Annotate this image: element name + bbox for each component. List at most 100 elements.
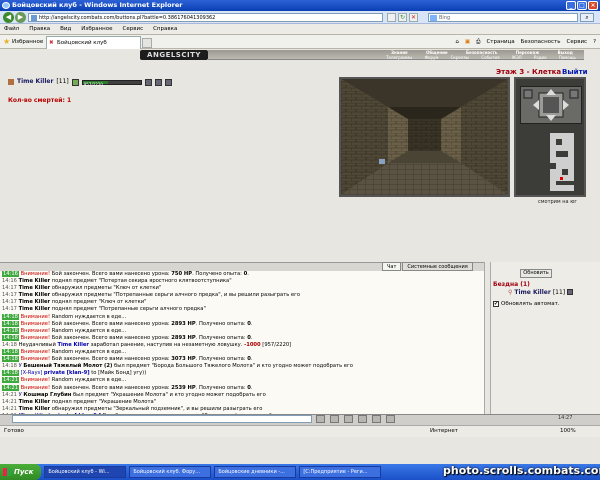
menu-favorites[interactable]: Избранное: [81, 24, 112, 34]
back-button[interactable]: ◀: [3, 12, 14, 23]
chat-timestamp[interactable]: 14:18: [2, 356, 19, 363]
translit-button[interactable]: [372, 415, 381, 423]
feeds-icon[interactable]: ▣: [465, 37, 470, 47]
chat-timestamp[interactable]: 14:17: [2, 299, 17, 305]
room-player-name[interactable]: Time Killer: [514, 289, 550, 296]
taskbar-item[interactable]: Бойцовский клуб. Фору...: [129, 466, 212, 478]
new-tab-button[interactable]: [142, 38, 152, 48]
chat-timestamp[interactable]: 14:18: [2, 320, 19, 327]
chat-text[interactable]: Time Killer: [19, 406, 50, 412]
chat-timestamp[interactable]: 14:18: [2, 313, 19, 320]
chat-text[interactable]: private [klan-9]: [44, 370, 90, 376]
chat-timestamp[interactable]: 14:16: [2, 278, 17, 284]
search-icon[interactable]: ⌕: [580, 13, 594, 22]
sound-button[interactable]: [386, 415, 395, 423]
chat-timestamp[interactable]: 14:21: [2, 392, 17, 398]
refresh-icon[interactable]: ↻: [398, 13, 407, 22]
chat-timestamp[interactable]: 14:17: [2, 285, 17, 291]
game-menu-telegrams[interactable]: Телеграммы: [386, 55, 412, 60]
dungeon-3d-view[interactable]: [339, 77, 510, 197]
exit-link[interactable]: Выйти: [562, 68, 588, 76]
browser-tab[interactable]: ✖ Бойцовский клуб: [46, 36, 141, 49]
menu-edit[interactable]: Правка: [29, 24, 50, 34]
menu-tools[interactable]: Сервис: [123, 24, 144, 34]
auto-refresh-checkbox[interactable]: ✔: [493, 301, 499, 307]
taskbar-item[interactable]: Бойцовский клуб - Wi...: [44, 466, 127, 478]
chat-timestamp[interactable]: 14:18: [2, 342, 17, 348]
info-icon[interactable]: [567, 289, 574, 295]
info-icon[interactable]: [71, 78, 79, 86]
send-button[interactable]: [316, 415, 325, 423]
chat-timestamp[interactable]: 14:21: [2, 399, 17, 405]
message-input[interactable]: [12, 415, 312, 423]
stop-icon[interactable]: ✕: [409, 13, 418, 22]
maximize-button[interactable]: □: [577, 1, 587, 10]
favorites-button[interactable]: ★ Избранное: [2, 37, 47, 47]
chat-timestamp[interactable]: 14:18: [2, 327, 19, 334]
chat-text[interactable]: Time Killer: [57, 342, 88, 348]
player-name[interactable]: Time Killer: [17, 77, 53, 87]
chat-line: 14:18 Внимание! Random нуждается в еде..…: [0, 327, 484, 335]
help-icon[interactable]: ?: [593, 37, 596, 47]
tab-chat[interactable]: Чат: [382, 262, 402, 271]
menu-help[interactable]: Справка: [153, 24, 177, 34]
ie-logo-icon: [2, 2, 10, 9]
chat-text[interactable]: Time Killer: [19, 306, 50, 312]
compatibility-icon[interactable]: [387, 13, 396, 22]
chat-timestamp[interactable]: 14:18: [2, 349, 19, 356]
close-button[interactable]: ×: [588, 1, 598, 10]
home-icon[interactable]: ⌂: [455, 37, 459, 47]
status-text: Готово: [4, 428, 24, 434]
taskbar-item[interactable]: Бойцовские дневники -...: [214, 466, 297, 478]
page-menu[interactable]: Страница: [486, 37, 514, 47]
game-menu-radio[interactable]: Радио: [534, 55, 547, 60]
chat-line: 14:21 Внимание! Бой закончен. Всего вами…: [0, 384, 484, 392]
chat-log: 14:16 Внимание! Бой закончен. Всего вами…: [0, 271, 484, 414]
chat-timestamp[interactable]: 14:18: [2, 363, 17, 369]
start-button[interactable]: Пуск: [0, 464, 42, 480]
game-menu-help[interactable]: Помощь: [559, 55, 576, 60]
refresh-button[interactable]: Обновить: [520, 269, 552, 278]
chat-timestamp[interactable]: 14:16: [2, 271, 19, 277]
chat-text[interactable]: Time Killer: [19, 299, 50, 305]
game-menu-zhzl[interactable]: ЖЗЛ: [512, 55, 522, 60]
hp-text: 957/2220: [83, 81, 103, 87]
chat-text[interactable]: Time Killer: [19, 278, 50, 284]
menu-file[interactable]: Файл: [4, 24, 19, 34]
game-menu-events[interactable]: События: [481, 55, 499, 60]
chat-timestamp[interactable]: 14:17: [2, 292, 17, 298]
game-menu-forum[interactable]: Форум: [425, 55, 439, 60]
chat-timestamp[interactable]: 14:17: [2, 306, 17, 312]
hp-bar: 957/2220: [81, 79, 142, 87]
chat-timestamp[interactable]: 14:21: [2, 384, 19, 391]
navigation-compass[interactable]: [520, 86, 582, 124]
chat-text[interactable]: Time Killer: [19, 285, 50, 291]
chat-timestamp[interactable]: 14:18: [2, 334, 19, 341]
chat-timestamp[interactable]: 14:18: [2, 370, 19, 377]
smiles-button[interactable]: [344, 415, 353, 423]
chat-timestamp[interactable]: 14:21: [2, 377, 19, 384]
forward-button[interactable]: ▶: [15, 12, 26, 23]
minimize-button[interactable]: _: [566, 1, 576, 10]
chat-text[interactable]: Time Killer: [19, 399, 50, 405]
clear-button[interactable]: [330, 415, 339, 423]
private-icon[interactable]: ⚲: [508, 289, 512, 296]
bing-icon: [430, 15, 437, 21]
tab-system-messages[interactable]: Системные сообщения: [402, 262, 473, 271]
safety-menu[interactable]: Безопасность: [521, 37, 561, 47]
tools-menu[interactable]: Сервис: [567, 37, 588, 47]
address-bar[interactable]: http://angelscity.combats.com/buttons.pl…: [28, 13, 383, 22]
chat-text[interactable]: Time Killer: [19, 292, 50, 298]
game-menu-scrolls[interactable]: Скроллы: [451, 55, 469, 60]
filter-button[interactable]: [358, 415, 367, 423]
chat-timestamp[interactable]: 14:21: [2, 406, 17, 412]
arrow-up-icon: [546, 89, 556, 95]
zoom-level[interactable]: 100%: [560, 426, 576, 437]
alignment-icon: [8, 79, 14, 85]
menu-view[interactable]: Вид: [60, 24, 71, 34]
chat-text[interactable]: [X-Rays]: [21, 370, 44, 376]
search-input[interactable]: Bing: [428, 13, 578, 22]
chat-text: был предмет "Борода Большого Тяжелого Мо…: [112, 363, 353, 370]
taskbar-item[interactable]: [С:Предприятие - Реги...: [299, 466, 382, 478]
print-icon[interactable]: ⎙: [476, 37, 480, 47]
